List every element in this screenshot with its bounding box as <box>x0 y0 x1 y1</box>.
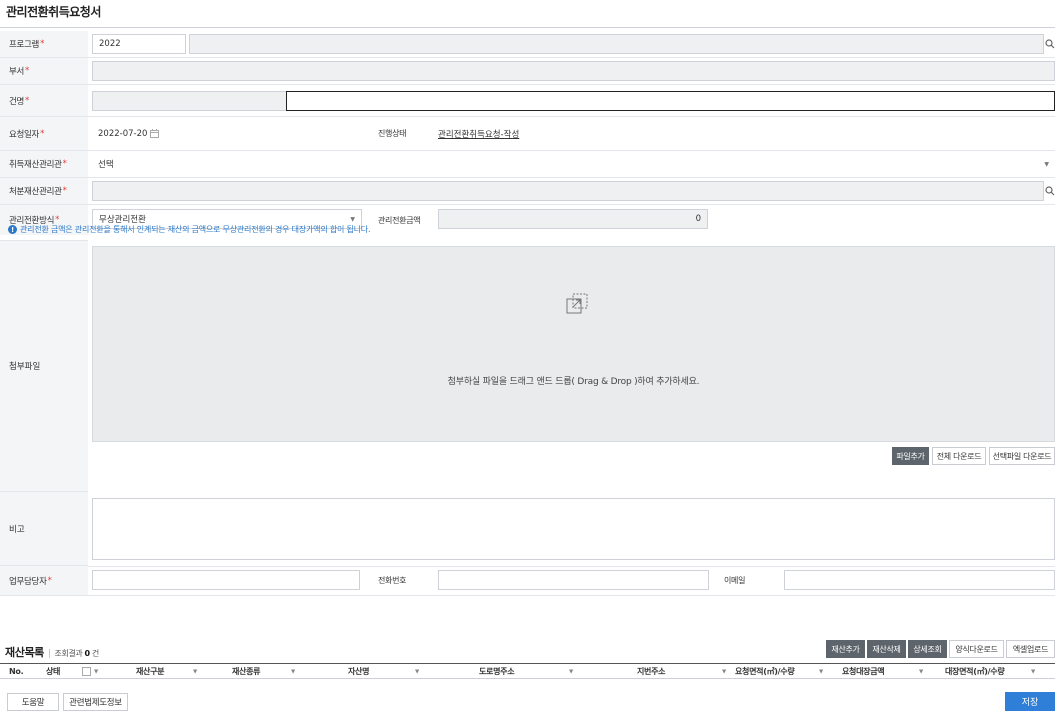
add-asset-button[interactable]: 재산추가 <box>826 640 865 658</box>
program-row: 프로그램 * 2022 <box>0 31 1055 58</box>
law-info-button[interactable]: 관련법제도정보 <box>63 693 128 711</box>
notice-text: 관리전환 금액은 관리전환을 통해서 인계되는 재산의 금액으로 무상관리전환의… <box>20 225 371 234</box>
column-header-request-ledger-amount[interactable]: 요청대장금액 <box>842 664 885 679</box>
asset-list-title-text: 재산목록 <box>5 646 44 659</box>
chevron-down-icon[interactable]: ▼ <box>291 664 295 679</box>
acquire-manager-value: 선택 <box>98 160 114 170</box>
transfer-amount-input: 0 <box>438 209 708 229</box>
page-title: 관리전환취득요청서 <box>6 5 101 19</box>
chevron-down-icon: ▼ <box>1044 160 1049 168</box>
phone-label: 전화번호 <box>378 576 407 585</box>
chevron-down-icon[interactable]: ▼ <box>819 664 823 679</box>
subject-row: 건명 * <box>0 85 1055 117</box>
column-header-asset-type[interactable]: 재산종류 <box>232 664 261 679</box>
chevron-down-icon[interactable]: ▼ <box>919 664 923 679</box>
form-download-button[interactable]: 양식다운로드 <box>949 640 1004 658</box>
request-date-row: 요청일자 * 2022-07-20 진행상태 관리전환취득요청-작성 <box>0 117 1055 151</box>
acquire-manager-select[interactable]: 선택 ▼ <box>92 154 1055 174</box>
chevron-down-icon[interactable]: ▼ <box>193 664 197 679</box>
file-drop-zone[interactable]: 첨부하실 파일을 드래그 앤드 드롭( Drag & Drop )하여 추가하세… <box>92 246 1055 442</box>
chevron-down-icon[interactable]: ▼ <box>722 664 726 679</box>
program-name-input[interactable] <box>189 34 1044 54</box>
upload-icon <box>566 293 588 315</box>
request-date-label: 요청일자 * <box>0 117 88 150</box>
save-button[interactable]: 저장 <box>1005 692 1055 711</box>
program-year-input[interactable]: 2022 <box>92 34 186 54</box>
column-header-asset-class[interactable]: 재산구분 <box>136 664 165 679</box>
dept-row: 부서 * <box>0 58 1055 85</box>
column-header-request-area[interactable]: 요청면적(㎡)/수량 <box>735 664 795 679</box>
email-input[interactable] <box>784 570 1055 590</box>
column-header-no: No. <box>9 667 24 676</box>
download-all-button[interactable]: 전체 다운로드 <box>932 447 986 465</box>
subject-input[interactable] <box>286 91 1055 111</box>
column-header-road-address[interactable]: 도로명주소 <box>479 664 515 679</box>
dispose-manager-label: 처분재산관리관 * <box>0 178 88 204</box>
request-date-value[interactable]: 2022-07-20 <box>98 117 147 150</box>
chevron-down-icon[interactable]: ▼ <box>1031 664 1035 679</box>
acquire-manager-label: 취득재산관리관 * <box>0 151 88 177</box>
email-label: 이메일 <box>724 576 746 585</box>
column-header-asset-name[interactable]: 자산명 <box>348 664 369 679</box>
transfer-amount-notice: ! 관리전환 금액은 관리전환을 통해서 인계되는 재산의 금액으로 무상관리전… <box>8 224 371 235</box>
manager-label: 업무담당자 * <box>0 566 88 595</box>
dispose-manager-row: 처분재산관리관 * <box>0 178 1055 205</box>
asset-list-title: 재산목록 | 조회결과 0 건 <box>5 646 100 659</box>
dispose-manager-search-icon[interactable] <box>1043 181 1055 201</box>
dispose-manager-input[interactable] <box>92 181 1044 201</box>
subject-prefix-input <box>92 91 287 111</box>
delete-asset-button[interactable]: 재산삭제 <box>867 640 906 658</box>
detail-view-button[interactable]: 상세조회 <box>908 640 947 658</box>
result-count: 조회결과 0 건 <box>54 649 100 658</box>
column-header-status[interactable]: 상태 <box>46 664 60 679</box>
drop-zone-text: 첨부하실 파일을 드래그 앤드 드롭( Drag & Drop )하여 추가하세… <box>447 377 700 387</box>
manager-row: 업무담당자 * 전화번호 이메일 <box>0 566 1055 596</box>
chevron-down-icon: ▼ <box>350 215 355 223</box>
chevron-down-icon[interactable]: ▼ <box>569 664 573 679</box>
column-header-ledger-area[interactable]: 대장면적(㎡)/수량 <box>945 664 1005 679</box>
progress-status-link[interactable]: 관리전환취득요청-작성 <box>438 117 519 150</box>
acquire-manager-row: 취득재산관리관 * 선택 ▼ <box>0 151 1055 178</box>
progress-status-value[interactable]: 관리전환취득요청-작성 <box>438 128 519 140</box>
add-file-button[interactable]: 파일추가 <box>892 447 929 465</box>
transfer-amount-label: 관리전환금액 <box>378 215 421 225</box>
chevron-down-icon[interactable]: ▼ <box>94 664 98 679</box>
remarks-textarea[interactable] <box>92 498 1055 560</box>
help-button[interactable]: 도움말 <box>7 693 59 711</box>
excel-upload-button[interactable]: 엑셀업로드 <box>1006 640 1055 658</box>
progress-label: 진행상태 <box>378 129 407 138</box>
title-divider <box>0 27 1055 28</box>
program-label: 프로그램 * <box>0 31 88 57</box>
program-search-icon[interactable] <box>1043 34 1055 54</box>
chevron-down-icon[interactable]: ▼ <box>415 664 419 679</box>
subject-label: 건명 * <box>0 85 88 116</box>
column-header-lot-address[interactable]: 지번주소 <box>637 664 666 679</box>
remarks-label: 비고 <box>0 492 88 566</box>
download-selected-button[interactable]: 선택파일 다운로드 <box>989 447 1055 465</box>
manager-input[interactable] <box>92 570 360 590</box>
asset-grid-header: No. 상태 ▼ 재산구분 ▼ 재산종류 ▼ 자산명 ▼ 도로명주소 ▼ 지번주… <box>0 663 1055 679</box>
dept-label: 부서 * <box>0 58 88 84</box>
select-all-checkbox[interactable] <box>82 664 91 679</box>
info-icon: ! <box>8 225 17 234</box>
dept-input[interactable] <box>92 61 1055 81</box>
calendar-icon[interactable] <box>150 129 159 141</box>
attachment-label: 첨부파일 <box>0 240 88 492</box>
phone-input[interactable] <box>438 570 709 590</box>
